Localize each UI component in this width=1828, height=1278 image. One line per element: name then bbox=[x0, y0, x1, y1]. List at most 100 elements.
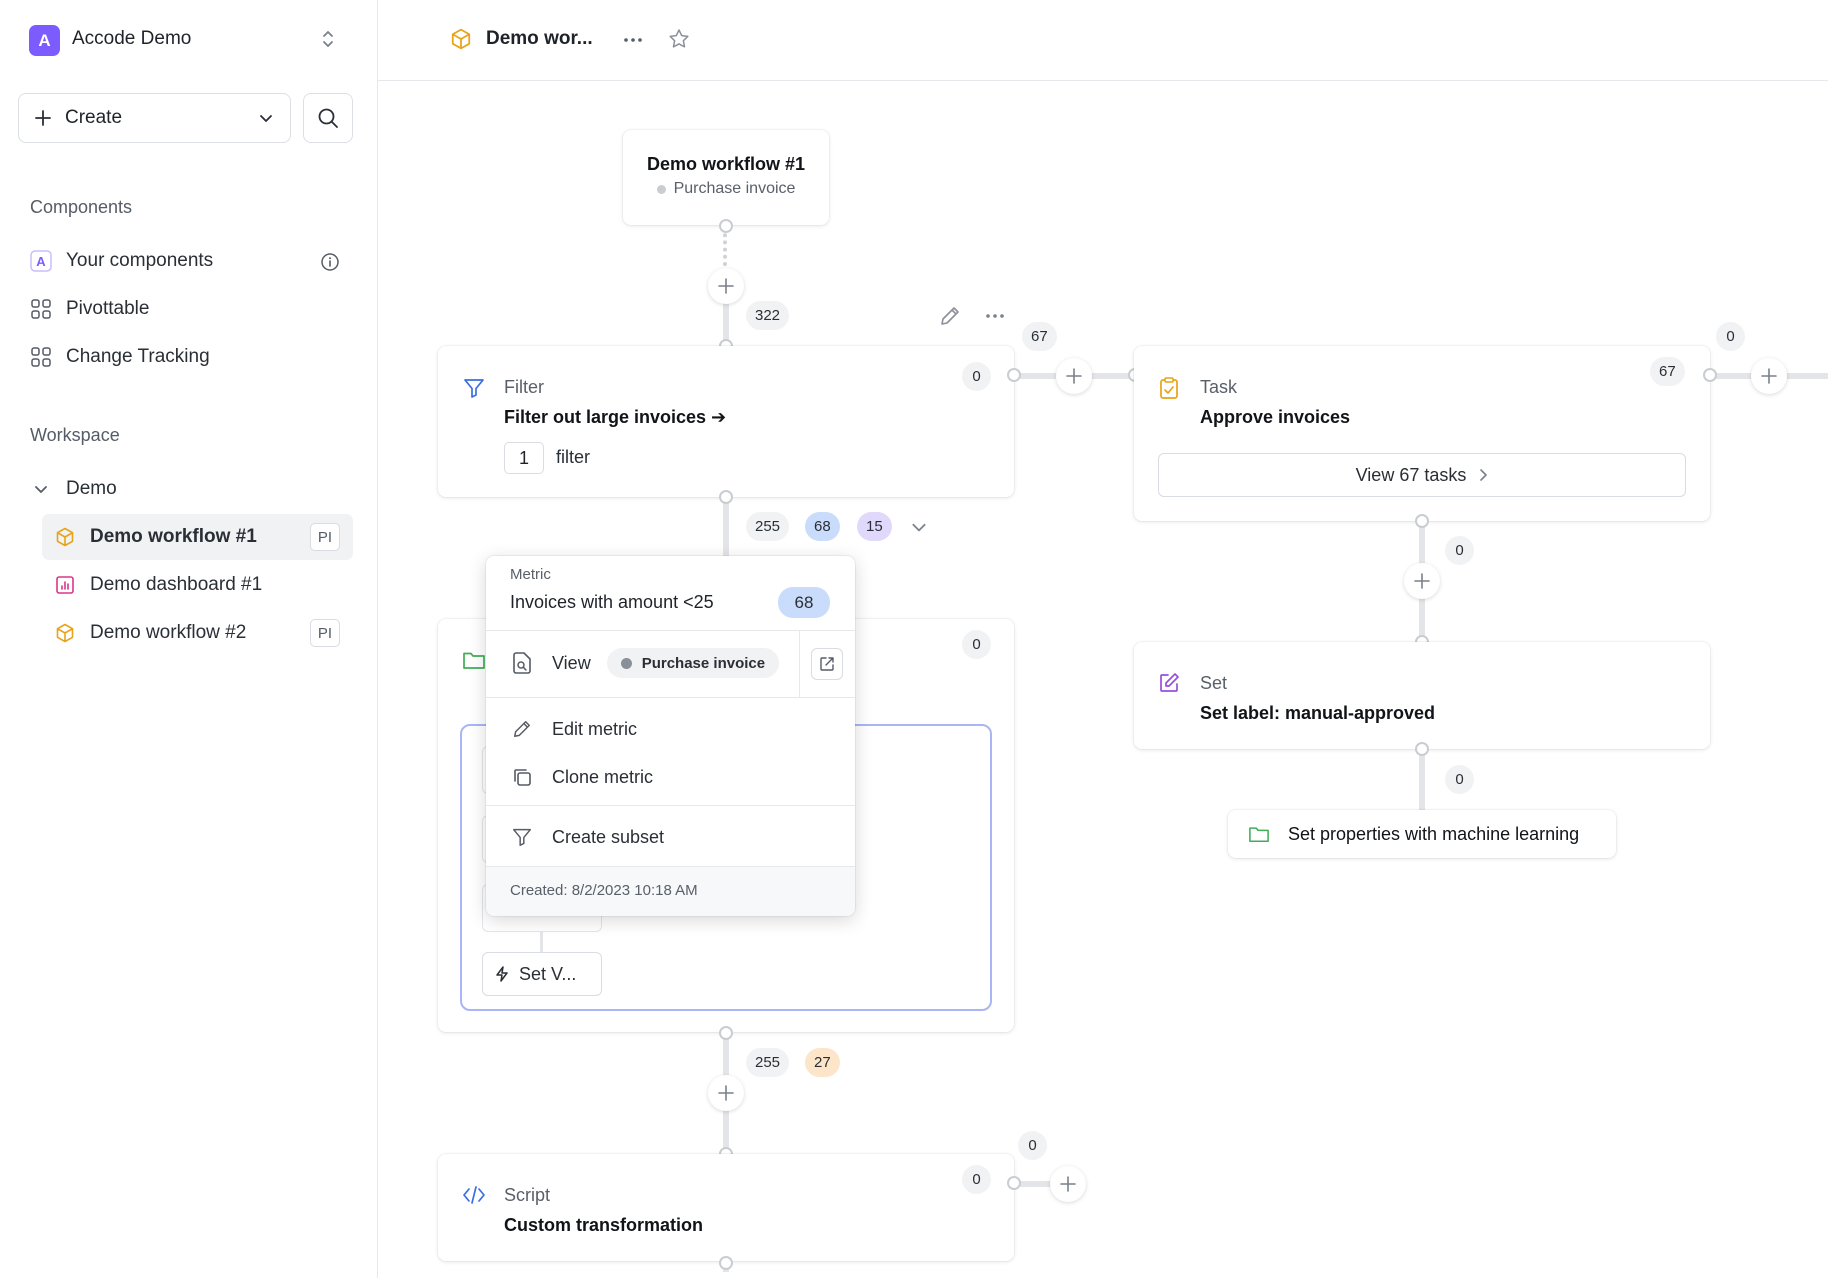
plus-icon bbox=[718, 278, 734, 294]
plus-icon bbox=[1060, 1176, 1076, 1192]
count-badge: 67 bbox=[1022, 322, 1057, 351]
node-name: Filter out large invoices ➔ bbox=[504, 407, 727, 427]
add-step-button[interactable] bbox=[708, 1075, 744, 1111]
add-step-button[interactable] bbox=[1404, 563, 1440, 599]
popup-title: Invoices with amount <25 bbox=[510, 592, 714, 612]
search-icon bbox=[317, 107, 339, 129]
clipboard-check-icon bbox=[1158, 376, 1180, 400]
add-step-button[interactable] bbox=[708, 268, 744, 304]
connector bbox=[540, 932, 543, 952]
plus-icon bbox=[1414, 573, 1430, 589]
search-button[interactable] bbox=[303, 93, 353, 143]
sidebar-item-change-tracking[interactable]: Change Tracking bbox=[30, 339, 210, 375]
node-type: Script bbox=[504, 1185, 551, 1205]
view-chip[interactable]: Purchase invoice bbox=[606, 648, 780, 678]
inner-step-set-value[interactable]: Set V... bbox=[482, 952, 602, 996]
sidebar-item-label: Demo workflow #2 bbox=[90, 622, 247, 643]
count-badge: 0 bbox=[962, 630, 991, 659]
add-step-button[interactable] bbox=[1050, 1166, 1086, 1202]
add-step-button[interactable] bbox=[1751, 358, 1787, 394]
chevron-down-icon[interactable] bbox=[910, 518, 928, 536]
start-node-title: Demo workflow #1 bbox=[646, 154, 806, 174]
dashboard-icon bbox=[54, 574, 76, 596]
view-menu-item[interactable]: View Purchase invoice bbox=[510, 642, 780, 684]
filter-icon bbox=[510, 826, 534, 848]
count-badge: 322 bbox=[746, 301, 790, 330]
metric-badge[interactable]: 15 bbox=[857, 512, 892, 541]
chevron-down-icon bbox=[30, 478, 52, 500]
metric-badge[interactable]: 27 bbox=[805, 1048, 840, 1077]
divider bbox=[486, 805, 855, 806]
start-node[interactable]: Demo workflow #1 Purchase invoice bbox=[623, 130, 829, 225]
sidebar: A Accode Demo Create Components A Your c… bbox=[0, 0, 378, 1278]
count-badge: 0 bbox=[1018, 1131, 1047, 1160]
connector-dot bbox=[1007, 368, 1021, 382]
pi-badge: PI bbox=[310, 523, 340, 551]
sidebar-item-demo-workflow-2[interactable]: Demo workflow #2 bbox=[54, 615, 246, 651]
clone-metric-menu-item[interactable]: Clone metric bbox=[510, 757, 653, 797]
task-node[interactable]: Task Approve invoices View 67 tasks 67 bbox=[1134, 346, 1710, 521]
sidebar-item-your-components[interactable]: A Your components bbox=[30, 243, 213, 279]
connector bbox=[723, 497, 729, 557]
connector-dot bbox=[719, 219, 733, 233]
ml-node[interactable]: Set properties with machine learning bbox=[1228, 810, 1616, 858]
create-button[interactable]: Create bbox=[18, 93, 291, 143]
open-external-button[interactable] bbox=[811, 648, 843, 680]
page-title[interactable]: Demo wor... bbox=[486, 28, 593, 50]
info-icon[interactable] bbox=[320, 252, 340, 272]
top-bar: Demo wor... bbox=[378, 0, 1828, 81]
workspace-name[interactable]: Accode Demo bbox=[72, 28, 191, 50]
grid-icon bbox=[30, 346, 52, 368]
node-type: Set bbox=[1200, 673, 1228, 693]
plus-icon bbox=[1066, 368, 1082, 384]
filter-count: 1 bbox=[504, 442, 544, 474]
filter-node[interactable]: Filter Filter out large invoices ➔ 1 fil… bbox=[438, 346, 1014, 497]
metric-popup: Metric Invoices with amount <25 68 View … bbox=[486, 556, 855, 916]
grid-icon bbox=[30, 298, 52, 320]
star-icon[interactable] bbox=[668, 28, 690, 50]
create-subset-menu-item[interactable]: Create subset bbox=[510, 817, 664, 857]
connector-dot bbox=[1007, 1176, 1021, 1190]
sidebar-folder-demo[interactable]: Demo bbox=[30, 471, 117, 507]
metric-badge[interactable]: 68 bbox=[805, 512, 840, 541]
chevron-up-down-icon[interactable] bbox=[318, 28, 338, 50]
node-type: Task bbox=[1200, 377, 1238, 397]
view-label: View bbox=[552, 652, 591, 673]
cube-icon bbox=[450, 28, 472, 50]
edit-square-icon bbox=[1158, 672, 1180, 694]
chevron-right-icon bbox=[1478, 468, 1488, 482]
set-node[interactable]: Set Set label: manual-approved bbox=[1134, 642, 1710, 749]
external-link-icon bbox=[820, 657, 834, 671]
pencil-icon[interactable] bbox=[939, 305, 961, 327]
view-tasks-button[interactable]: View 67 tasks bbox=[1158, 453, 1686, 497]
connector-dot bbox=[1703, 368, 1717, 382]
connector-dot bbox=[1415, 742, 1429, 756]
more-icon[interactable] bbox=[622, 29, 644, 51]
more-icon[interactable] bbox=[984, 305, 1006, 327]
sidebar-item-pivottable[interactable]: Pivottable bbox=[30, 291, 149, 327]
script-node[interactable]: Script Custom transformation 0 bbox=[438, 1154, 1014, 1261]
cube-icon bbox=[54, 526, 76, 548]
metric-count-badge: 68 bbox=[778, 587, 830, 618]
component-icon: A bbox=[30, 250, 52, 272]
add-step-button[interactable] bbox=[1056, 358, 1092, 394]
node-name: Custom transformation bbox=[504, 1215, 704, 1235]
inner-step-label: Set V... bbox=[519, 963, 577, 984]
sidebar-item-demo-dashboard-1[interactable]: Demo dashboard #1 bbox=[54, 567, 262, 603]
divider bbox=[799, 631, 800, 697]
sidebar-item-demo-workflow-1[interactable]: Demo workflow #1 bbox=[54, 519, 257, 555]
start-node-subtitle: Purchase invoice bbox=[673, 180, 796, 197]
edit-metric-menu-item[interactable]: Edit metric bbox=[510, 709, 637, 749]
connector-dot bbox=[719, 490, 733, 504]
pi-badge: PI bbox=[310, 619, 340, 647]
connector bbox=[1419, 748, 1425, 814]
workspace-section-title: Workspace bbox=[30, 425, 120, 445]
count-badge: 0 bbox=[1445, 536, 1474, 565]
edit-metric-label: Edit metric bbox=[552, 718, 638, 739]
svg-text:A: A bbox=[36, 254, 46, 269]
connector-dot bbox=[719, 1026, 733, 1040]
workspace-avatar[interactable]: A bbox=[29, 25, 60, 56]
plus-icon bbox=[35, 110, 51, 126]
pencil-icon bbox=[510, 719, 534, 739]
sidebar-item-label: Demo dashboard #1 bbox=[90, 574, 263, 595]
